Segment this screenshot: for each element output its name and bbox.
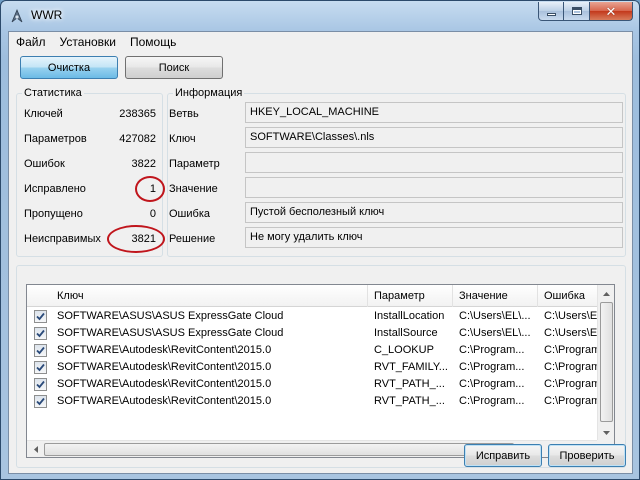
cell-parameter: InstallSource [374, 327, 438, 339]
cell-error: C:\Program... [544, 395, 601, 407]
cell-key: SOFTWARE\Autodesk\RevitContent\2015.0 [57, 344, 272, 356]
info-field-branch[interactable]: HKEY_LOCAL_MACHINE [245, 102, 623, 123]
checkmark-icon [36, 312, 45, 321]
client-area: Файл Установки Помощь Очистка Поиск Стат… [8, 31, 633, 474]
table-row[interactable]: SOFTWARE\Autodesk\RevitContent\2015.0 C_… [27, 342, 601, 359]
scroll-up-icon[interactable] [598, 285, 614, 302]
info-label-parameter: Параметр [169, 158, 220, 170]
maximize-button[interactable] [564, 2, 590, 21]
close-button[interactable]: ✕ [590, 2, 633, 21]
minimize-button[interactable] [538, 2, 564, 21]
cell-parameter: InstallLocation [374, 310, 445, 322]
info-label-solution: Решение [169, 233, 216, 245]
cell-value: C:\Program... [459, 395, 525, 407]
cell-key: SOFTWARE\ASUS\ASUS ExpressGate Cloud [57, 310, 284, 322]
scroll-down-icon[interactable] [598, 424, 614, 441]
app-icon [9, 8, 25, 24]
cell-key: SOFTWARE\Autodesk\RevitContent\2015.0 [57, 361, 272, 373]
minimize-icon [546, 12, 556, 16]
row-checkbox[interactable] [34, 310, 47, 323]
cell-value: C:\Users\EL\... [459, 310, 531, 322]
vertical-scroll-thumb[interactable] [600, 302, 613, 422]
window-title: WWR [31, 8, 63, 22]
maximize-icon [571, 7, 582, 15]
cell-error: C:\Users\EL [544, 310, 601, 322]
table-row[interactable]: SOFTWARE\Autodesk\RevitContent\2015.0 RV… [27, 359, 601, 376]
cell-key: SOFTWARE\ASUS\ASUS ExpressGate Cloud [57, 327, 284, 339]
row-checkbox[interactable] [34, 361, 47, 374]
info-label-key: Ключ [169, 133, 196, 145]
checkmark-icon [36, 346, 45, 355]
table-header: Ключ Параметр Значение Ошибка [27, 285, 601, 307]
cell-error: C:\Program... [544, 361, 601, 373]
cell-error: C:\Program... [544, 344, 601, 356]
checkmark-icon [36, 380, 45, 389]
table-row[interactable]: SOFTWARE\Autodesk\RevitContent\2015.0 RV… [27, 376, 601, 393]
cell-value: C:\Program... [459, 361, 525, 373]
fix-button[interactable]: Исправить [464, 444, 542, 467]
column-header-error[interactable]: Ошибка [538, 285, 601, 307]
cell-value: C:\Users\EL\... [459, 327, 531, 339]
cell-parameter: RVT_PATH_... [374, 395, 445, 407]
info-label-error: Ошибка [169, 208, 210, 220]
row-checkbox[interactable] [34, 395, 47, 408]
cell-key: SOFTWARE\Autodesk\RevitContent\2015.0 [57, 378, 272, 390]
cell-parameter: RVT_PATH_... [374, 378, 445, 390]
cell-parameter: C_LOOKUP [374, 344, 434, 356]
info-field-error[interactable]: Пустой бесполезный ключ [245, 202, 623, 223]
checkmark-icon [36, 329, 45, 338]
column-header-value[interactable]: Значение [453, 285, 538, 307]
info-label-branch: Ветвь [169, 108, 199, 120]
cell-key: SOFTWARE\Autodesk\RevitContent\2015.0 [57, 395, 272, 407]
row-checkbox[interactable] [34, 327, 47, 340]
check-button[interactable]: Проверить [548, 444, 626, 467]
info-field-key[interactable]: SOFTWARE\Classes\.nls [245, 127, 623, 148]
vertical-scrollbar[interactable] [597, 285, 614, 441]
close-icon: ✕ [605, 3, 617, 19]
table-row[interactable]: SOFTWARE\Autodesk\RevitContent\2015.0 RV… [27, 393, 601, 410]
info-field-parameter[interactable] [245, 152, 623, 173]
cell-error: C:\Users\EL [544, 327, 601, 339]
app-window: WWR ✕ Файл Установки Помощь Очистка Поис… [0, 0, 640, 480]
table-row[interactable]: SOFTWARE\ASUS\ASUS ExpressGate Cloud Ins… [27, 308, 601, 325]
column-header-parameter[interactable]: Параметр [368, 285, 453, 307]
cell-value: C:\Program... [459, 344, 525, 356]
info-field-value[interactable] [245, 177, 623, 198]
results-table[interactable]: Ключ Параметр Значение Ошибка SOFTWARE\A… [26, 284, 615, 458]
cell-parameter: RVT_FAMILY... [374, 361, 448, 373]
table-row[interactable]: SOFTWARE\ASUS\ASUS ExpressGate Cloud Ins… [27, 325, 601, 342]
row-checkbox[interactable] [34, 378, 47, 391]
info-label-value: Значение [169, 183, 218, 195]
column-header-key[interactable]: Ключ [51, 285, 368, 307]
info-field-solution[interactable]: Не могу удалить ключ [245, 227, 623, 248]
cell-error: C:\Program... [544, 378, 601, 390]
scroll-left-icon[interactable] [27, 441, 44, 457]
checkmark-icon [36, 397, 45, 406]
row-checkbox[interactable] [34, 344, 47, 357]
horizontal-scroll-thumb[interactable] [44, 443, 514, 456]
checkmark-icon [36, 363, 45, 372]
info-rows: Ветвь HKEY_LOCAL_MACHINE Ключ SOFTWARE\C… [9, 32, 634, 272]
cell-value: C:\Program... [459, 378, 525, 390]
title-bar[interactable]: WWR ✕ [1, 1, 639, 31]
